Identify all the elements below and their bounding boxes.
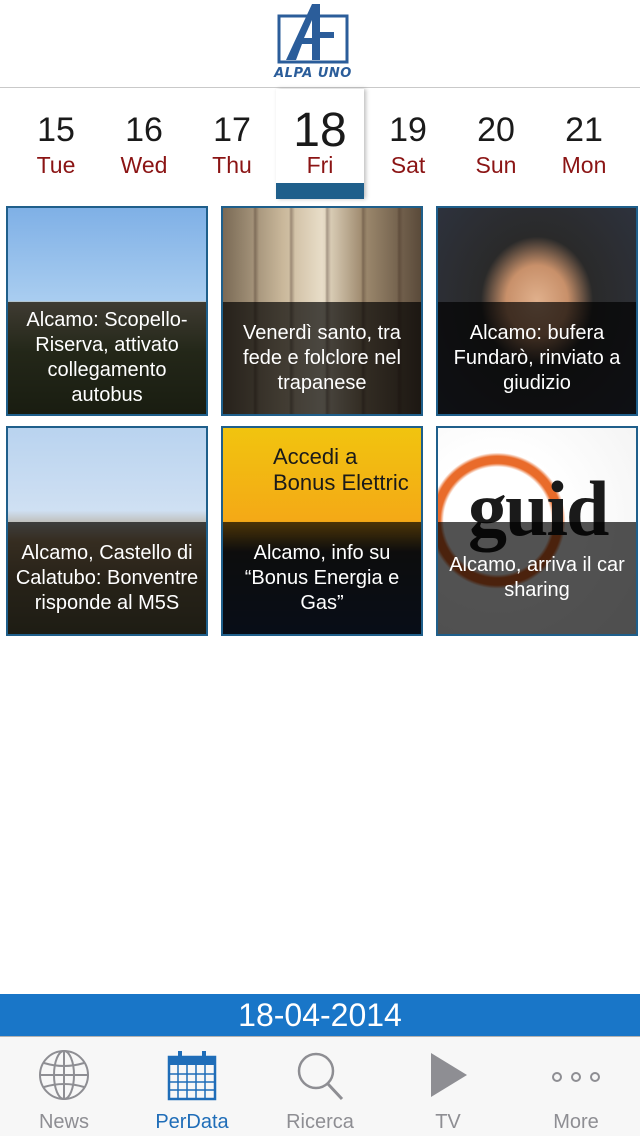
- article-tile[interactable]: Accedi a Bonus Elettric Alcamo, info su …: [221, 426, 423, 636]
- globe-icon: [39, 1050, 89, 1100]
- date-number: 21: [565, 111, 603, 149]
- tab-perdata[interactable]: PerData: [128, 1037, 256, 1136]
- app-header: ALPA UNO: [0, 0, 640, 88]
- date-item-21[interactable]: 21 Mon: [540, 89, 628, 199]
- alpa-uno-logo: ALPA UNO: [268, 2, 358, 86]
- article-caption: Alcamo: bufera Fundarò, rinviato a giudi…: [438, 302, 636, 414]
- date-number: 18: [293, 104, 347, 157]
- date-item-18-selected[interactable]: 18 Fri: [276, 89, 364, 199]
- article-tile[interactable]: Venerdì santo, tra fede e folclore nel t…: [221, 206, 423, 416]
- date-item-17[interactable]: 17 Thu: [188, 89, 276, 199]
- article-caption: Alcamo, info su “Bonus Energia e Gas”: [223, 522, 421, 634]
- date-number: 17: [213, 111, 251, 149]
- article-caption: Alcamo, Castello di Calatubo: Bonventre …: [8, 522, 206, 634]
- date-number: 20: [477, 111, 515, 149]
- date-number: 19: [389, 111, 427, 149]
- tab-label: More: [553, 1111, 599, 1133]
- play-icon: [431, 1053, 467, 1097]
- more-icon: [552, 1072, 600, 1082]
- article-caption: Alcamo: Scopello-Riserva, attivato colle…: [8, 302, 206, 414]
- tab-label: PerData: [155, 1111, 229, 1133]
- article-tile[interactable]: Alcamo, Castello di Calatubo: Bonventre …: [6, 426, 208, 636]
- tab-label: News: [38, 1111, 89, 1133]
- date-number: 16: [125, 111, 163, 149]
- article-tile[interactable]: Alcamo: Scopello-Riserva, attivato colle…: [6, 206, 208, 416]
- bonus-banner-text: Accedi a Bonus Elettric: [273, 444, 409, 495]
- article-tile[interactable]: Alcamo: bufera Fundarò, rinviato a giudi…: [436, 206, 638, 416]
- tab-label: Ricerca: [286, 1111, 354, 1133]
- tab-label: TV: [435, 1111, 461, 1133]
- date-weekday: Fri: [306, 152, 334, 178]
- tab-news[interactable]: News: [0, 1037, 128, 1136]
- date-weekday: Sat: [390, 152, 426, 178]
- date-weekday: Mon: [561, 152, 607, 178]
- date-strip: 15 Tue 16 Wed 17 Thu 18 Fri 19 Sat 20 Su…: [0, 89, 640, 199]
- article-caption: Alcamo, arriva il car sharing: [438, 522, 636, 634]
- date-number: 15: [37, 111, 75, 149]
- date-item-16[interactable]: 16 Wed: [100, 89, 188, 199]
- date-weekday: Thu: [212, 152, 252, 178]
- calendar-icon: [167, 1051, 217, 1101]
- logo-mark-icon: [277, 4, 349, 64]
- date-item-19[interactable]: 19 Sat: [364, 89, 452, 199]
- date-weekday: Sun: [475, 152, 517, 178]
- selected-date-indicator: [276, 183, 364, 199]
- article-caption: Venerdì santo, tra fede e folclore nel t…: [223, 302, 421, 414]
- tab-bar: News PerData Ricerca TV More: [0, 1036, 640, 1136]
- logo-text: ALPA UNO: [274, 66, 352, 81]
- selected-date-bar: 18-04-2014: [0, 994, 640, 1036]
- date-item-20[interactable]: 20 Sun: [452, 89, 540, 199]
- tab-more[interactable]: More: [512, 1037, 640, 1136]
- date-weekday: Tue: [36, 152, 76, 178]
- tab-ricerca[interactable]: Ricerca: [256, 1037, 384, 1136]
- date-item-15[interactable]: 15 Tue: [12, 89, 100, 199]
- search-icon: [297, 1052, 344, 1101]
- tab-tv[interactable]: TV: [384, 1037, 512, 1136]
- article-tile[interactable]: guid Alcamo, arriva il car sharing: [436, 426, 638, 636]
- date-weekday: Wed: [120, 152, 168, 178]
